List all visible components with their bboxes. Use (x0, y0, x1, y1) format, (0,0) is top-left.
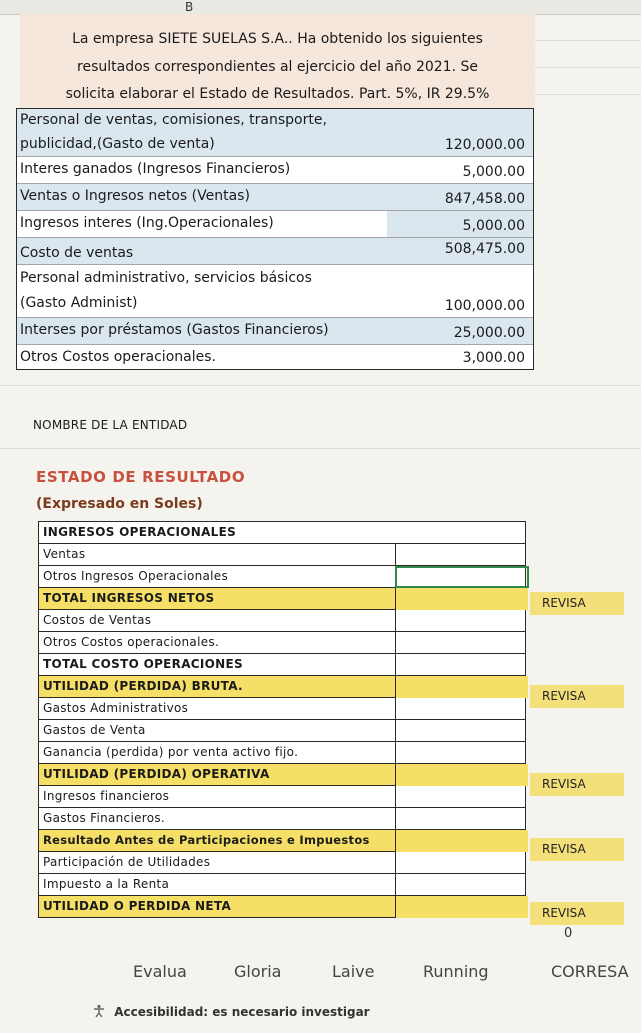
sheet-tabs: Evalua Gloria Laive Running CORRESA (0, 956, 641, 996)
table-row[interactable]: Gastos Administrativos (38, 698, 526, 720)
data-row[interactable]: Ventas o Ingresos netos (Ventas) 847,458… (17, 183, 533, 210)
value-cell[interactable] (395, 588, 528, 610)
value-cell[interactable] (395, 632, 528, 654)
tab-running[interactable]: Running (423, 962, 489, 981)
data-row[interactable]: Otros Costos operacionales. 3,000.00 (17, 344, 533, 369)
problem-statement: La empresa SIETE SUELAS S.A.. Ha obtenid… (20, 14, 535, 108)
value-cell[interactable] (395, 808, 528, 830)
table-row[interactable]: Costos de Ventas (38, 610, 526, 632)
revisa-cell[interactable]: REVISA (530, 592, 624, 615)
data-row[interactable]: Costo de ventas 508,475.00 (17, 237, 533, 264)
income-statement-table: INGRESOS OPERACIONALES Ventas Otros Ingr… (38, 521, 529, 918)
value-cell[interactable] (395, 896, 528, 918)
revisa-cell[interactable]: REVISA (530, 902, 624, 925)
tab-laive[interactable]: Laive (332, 962, 374, 981)
tab-gloria[interactable]: Gloria (234, 962, 281, 981)
value-cell[interactable] (395, 676, 528, 698)
value-cell[interactable] (395, 610, 528, 632)
table-row[interactable]: UTILIDAD (PERDIDA) BRUTA. (38, 676, 528, 698)
revisa-cell[interactable]: REVISA (530, 838, 624, 861)
selected-cell[interactable] (395, 566, 529, 588)
column-header: B (0, 0, 641, 15)
table-row[interactable]: Otros Ingresos Operacionales (38, 566, 529, 588)
intro-line-1: La empresa SIETE SUELAS S.A.. Ha obtenid… (72, 31, 483, 47)
value-cell[interactable] (395, 852, 528, 874)
value-cell[interactable] (395, 742, 528, 764)
data-row[interactable]: Interses por préstamos (Gastos Financier… (17, 317, 533, 344)
table-row[interactable]: Impuesto a la Renta (38, 874, 526, 896)
accessibility-icon[interactable] (92, 1004, 106, 1018)
statement-title[interactable]: ESTADO DE RESULTADO (36, 468, 245, 486)
data-row[interactable]: Interes ganados (Ingresos Financieros) 5… (17, 156, 533, 183)
data-table: Personal de ventas, comisiones, transpor… (16, 108, 534, 370)
column-header-b[interactable]: B (185, 0, 193, 14)
value-cell[interactable] (395, 786, 528, 808)
value-cell[interactable] (395, 698, 528, 720)
value-cell[interactable] (395, 764, 528, 786)
intro-line-2: resultados correspondientes al ejercicio… (77, 59, 478, 75)
value-cell[interactable] (395, 544, 528, 566)
table-row[interactable]: Participación de Utilidades (38, 852, 526, 874)
statement-subtitle[interactable]: (Expresado en Soles) (36, 496, 203, 512)
status-text: Accesibilidad: es necesario investigar (114, 1005, 370, 1019)
tab-evalua[interactable]: Evalua (133, 962, 187, 981)
table-row[interactable]: Ingresos financieros (38, 786, 526, 808)
data-row[interactable]: Ingresos interes (Ing.Operacionales) 5,0… (17, 210, 533, 237)
table-row[interactable]: TOTAL COSTO OPERACIONES (38, 654, 526, 676)
revisa-cell[interactable]: REVISA (530, 773, 624, 796)
table-row[interactable]: UTILIDAD (PERDIDA) OPERATIVA (38, 764, 528, 786)
table-row[interactable]: UTILIDAD O PERDIDA NETA (38, 896, 528, 918)
table-row[interactable]: Resultado Antes de Participaciones e Imp… (38, 830, 528, 852)
tab-corresa[interactable]: CORRESA (551, 962, 629, 981)
table-row[interactable]: Gastos de Venta (38, 720, 526, 742)
data-row[interactable]: Personal administrativo, servicios básic… (17, 264, 533, 317)
zero-cell[interactable]: 0 (564, 926, 572, 941)
table-row[interactable]: Ventas (38, 544, 526, 566)
table-row[interactable]: Gastos Financieros. (38, 808, 526, 830)
intro-line-3: solicita elaborar el Estado de Resultado… (65, 86, 490, 102)
value-cell[interactable] (395, 830, 528, 852)
value-cell[interactable] (395, 654, 528, 676)
status-bar: Accesibilidad: es necesario investigar (92, 1004, 370, 1019)
table-row[interactable]: Otros Costos operacionales. (38, 632, 526, 654)
value-cell[interactable] (395, 720, 528, 742)
revisa-cell[interactable]: REVISA (530, 685, 624, 708)
table-row[interactable]: TOTAL INGRESOS NETOS (38, 588, 528, 610)
table-row[interactable]: INGRESOS OPERACIONALES (38, 521, 526, 544)
entity-name[interactable]: NOMBRE DE LA ENTIDAD (33, 418, 187, 432)
table-row[interactable]: Ganancia (perdida) por venta activo fijo… (38, 742, 526, 764)
value-cell[interactable] (395, 874, 528, 896)
data-row[interactable]: Personal de ventas, comisiones, transpor… (17, 109, 533, 156)
